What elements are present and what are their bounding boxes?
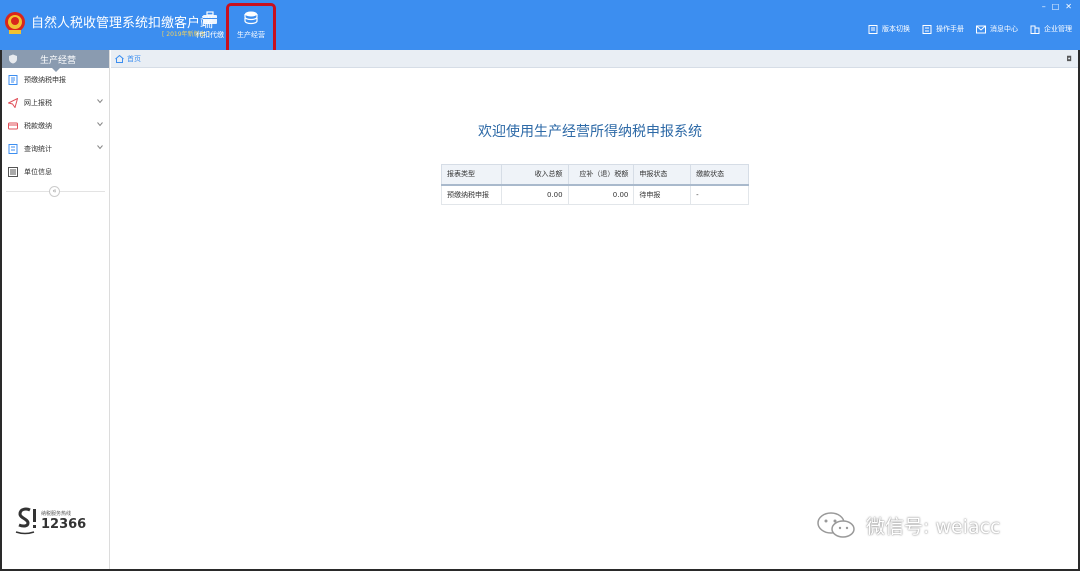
cell-declaration-status: 待申报 [633, 184, 692, 205]
sidebar-menu: 预缴纳税申报 网上报税 税款缴纳 查询统计 单位信息 [2, 68, 109, 183]
tax-emblem-icon [5, 12, 25, 34]
window-frame [0, 0, 1080, 571]
payment-icon [8, 122, 18, 129]
paper-plane-icon [8, 97, 18, 108]
sidebar-divider: « [6, 186, 105, 197]
search-list-icon [8, 143, 18, 154]
hotline-number: 12366 [41, 517, 87, 532]
header-tools: 版本切换 操作手册 消息中心 企业管理 [868, 24, 1072, 34]
table-row[interactable]: 预缴纳税申报 0.00 0.00 待申报 - [441, 184, 749, 205]
tab-home[interactable]: 首页 [115, 54, 141, 64]
chevron-down-icon [97, 99, 103, 104]
message-center-button[interactable]: 消息中心 [976, 24, 1018, 34]
sidebar: 生产经营 预缴纳税申报 网上报税 税款缴纳 查询统计 单位信息 « 纳税服务热线… [2, 50, 110, 569]
document-icon [868, 24, 878, 34]
version-switch-button[interactable]: 版本切换 [868, 24, 910, 34]
tab-bar-options-button[interactable]: ◘ [1066, 55, 1072, 63]
column-header-payment-status: 缴款状态 [690, 164, 749, 186]
sidebar-item-query-stats[interactable]: 查询统计 [2, 137, 109, 160]
envelope-icon [976, 25, 986, 33]
home-icon [115, 55, 124, 63]
wechat-icon [817, 512, 855, 538]
sidebar-item-prepay-declaration[interactable]: 预缴纳税申报 [2, 68, 109, 91]
company-info-icon [8, 166, 18, 177]
maximize-button[interactable]: □ [1052, 2, 1060, 11]
sidebar-item-label: 税款缴纳 [24, 121, 52, 130]
cell-tax-due: 0.00 [567, 184, 635, 205]
hotline-caption: 纳税服务热线 [41, 511, 72, 517]
wechat-watermark: 微信号: weiacc [816, 510, 1001, 540]
hotline-logo-icon [15, 507, 36, 535]
sidebar-item-label: 单位信息 [24, 167, 52, 176]
sidebar-item-label: 查询统计 [24, 144, 52, 153]
column-header-tax-due: 应补（退）税额 [567, 164, 635, 186]
sidebar-header: 生产经营 [2, 50, 109, 72]
column-header-declaration-status: 申报状态 [633, 164, 692, 186]
minimize-button[interactable]: – [1042, 2, 1046, 11]
report-table: 报表类型 收入总额 应补（退）税额 申报状态 缴款状态 预缴纳税申报 0.00 … [441, 164, 749, 205]
message-center-label: 消息中心 [990, 25, 1018, 33]
sidebar-header-label: 生产经营 [40, 55, 77, 66]
company-management-button[interactable]: 企业管理 [1030, 24, 1072, 34]
highlight-box [226, 3, 276, 57]
column-header-report-type: 报表类型 [441, 164, 502, 186]
table-header-row: 报表类型 收入总额 应补（退）税额 申报状态 缴款状态 [441, 164, 749, 186]
shield-icon [9, 54, 17, 64]
watermark-text: 微信号: weiacc [866, 515, 1001, 538]
sidebar-item-online-filing[interactable]: 网上报税 [2, 91, 109, 114]
nav-withholding-label: 代扣代缴 [196, 31, 224, 39]
chevron-down-icon [97, 122, 103, 127]
close-button[interactable]: ✕ [1065, 2, 1072, 11]
building-icon [1030, 25, 1040, 34]
cell-total-income: 0.00 [500, 184, 569, 205]
company-management-label: 企业管理 [1044, 25, 1072, 33]
welcome-title: 欢迎使用生产经营所得纳税申报系统 [478, 124, 702, 140]
sidebar-item-label: 预缴纳税申报 [24, 75, 66, 84]
sidebar-item-unit-info[interactable]: 单位信息 [2, 160, 109, 183]
manual-label: 操作手册 [936, 25, 964, 33]
app-header: 自然人税收管理系统扣缴客户端 [ 2019年新版本 ] 代扣代缴 生产经营 版本… [0, 0, 1080, 57]
column-header-total-income: 收入总额 [500, 164, 569, 186]
cell-report-type: 预缴纳税申报 [441, 184, 502, 205]
form-icon [8, 74, 18, 85]
chevron-down-icon [97, 145, 103, 150]
tab-bar: 首页 ◘ [111, 50, 1078, 68]
tab-home-label: 首页 [127, 55, 141, 63]
sidebar-item-tax-payment[interactable]: 税款缴纳 [2, 114, 109, 137]
version-switch-label: 版本切换 [882, 25, 910, 33]
window-controls: – □ ✕ [1042, 2, 1072, 11]
service-hotline: 纳税服务热线 12366 [14, 506, 86, 536]
cell-payment-status: - [690, 184, 749, 205]
collapse-sidebar-button[interactable]: « [49, 186, 60, 197]
briefcase-icon [203, 11, 217, 24]
sidebar-item-label: 网上报税 [24, 98, 52, 107]
manual-button[interactable]: 操作手册 [922, 24, 964, 34]
manual-icon [922, 24, 932, 34]
nav-withholding[interactable]: 代扣代缴 [190, 10, 230, 40]
